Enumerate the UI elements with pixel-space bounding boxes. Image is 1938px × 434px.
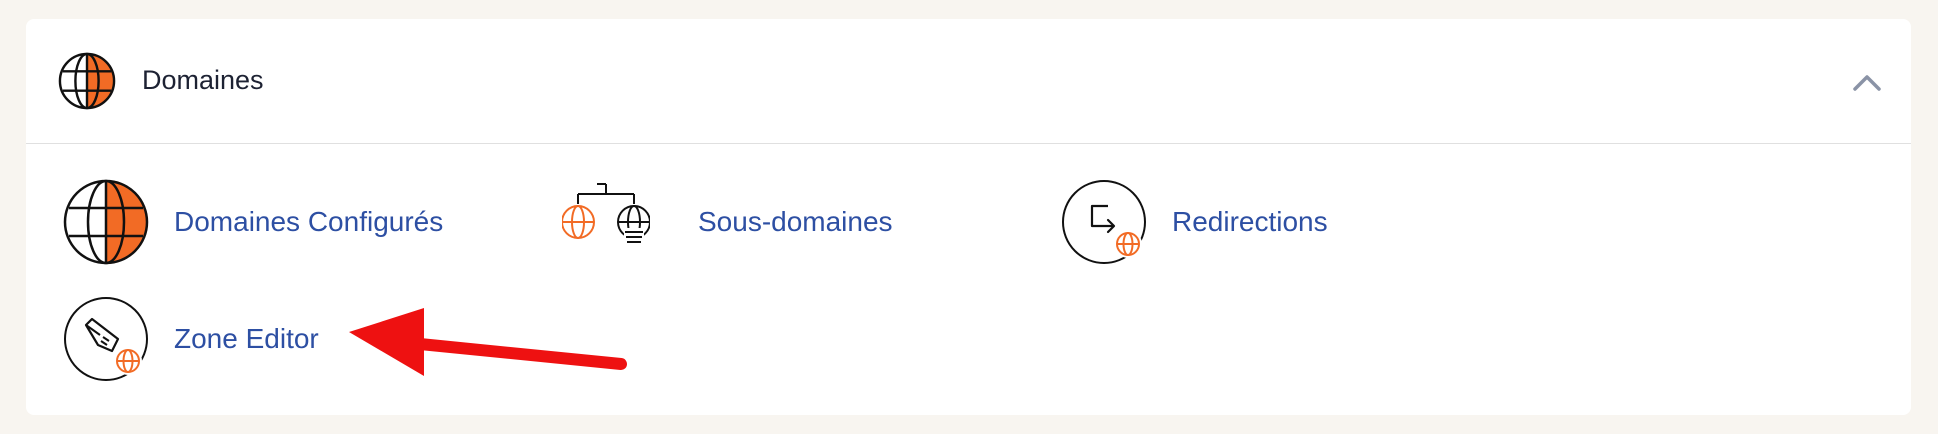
- tool-sous-domaines[interactable]: Sous-domaines: [562, 178, 962, 266]
- redirect-icon: [1062, 180, 1146, 264]
- subdomains-icon: [562, 183, 650, 246]
- zone-editor-icon: [64, 297, 148, 381]
- section-title: Domaines: [142, 65, 264, 95]
- globe-icon: [63, 179, 149, 265]
- panel-header[interactable]: Domaines: [26, 19, 1911, 144]
- chevron-up-icon[interactable]: [1847, 63, 1887, 103]
- tool-label: Domaines Configurés: [174, 206, 444, 237]
- tool-redirections[interactable]: Redirections: [1060, 178, 1420, 266]
- tool-zone-editor[interactable]: Zone Editor: [62, 295, 382, 383]
- tool-domaines-configures[interactable]: Domaines Configurés: [62, 178, 502, 266]
- globe-icon: [58, 52, 116, 110]
- tool-label: Zone Editor: [174, 323, 319, 354]
- domains-panel: Domaines Domaines Configurés Sous-domain…: [26, 19, 1911, 415]
- tool-label: Redirections: [1172, 206, 1328, 237]
- tool-label: Sous-domaines: [698, 206, 893, 237]
